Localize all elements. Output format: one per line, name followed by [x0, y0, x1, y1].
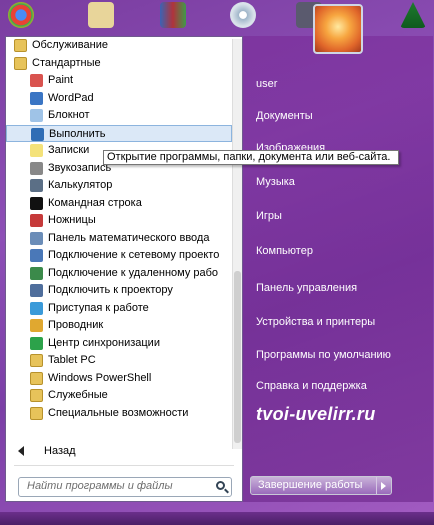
desktop-top-icons [0, 0, 434, 34]
program-item[interactable]: Подключение к удаленному рабо [6, 265, 232, 283]
shutdown-label: Завершение работы [258, 479, 363, 491]
paint-icon [30, 74, 43, 87]
program-label: Центр синхронизации [48, 336, 160, 349]
right-menu-documents[interactable]: Документы [256, 110, 313, 122]
chrome-icon[interactable] [8, 2, 34, 28]
back-arrow-icon [18, 446, 24, 456]
scissors-icon [30, 214, 43, 227]
program-item[interactable]: Калькулятор [6, 177, 232, 195]
right-menu-control-panel[interactable]: Панель управления [256, 282, 357, 294]
program-label: Калькулятор [48, 179, 113, 191]
program-label: Обслуживание [32, 39, 108, 51]
folder-icon [14, 56, 27, 70]
microphone-icon [30, 161, 43, 175]
folder-icon[interactable] [88, 2, 114, 28]
program-label: Проводник [48, 319, 104, 331]
calculator-icon [30, 179, 43, 192]
christmas-tree-icon[interactable] [400, 2, 426, 28]
tooltip: Открытие программы, папки, документа или… [103, 150, 399, 165]
sync-center-icon [30, 336, 43, 350]
divider [14, 465, 234, 466]
program-item[interactable]: Windows PowerShell [6, 370, 232, 388]
right-menu-computer[interactable]: Компьютер [256, 245, 313, 257]
right-menu-devices-printers[interactable]: Устройства и принтеры [256, 316, 375, 328]
program-item[interactable]: Обслуживание [6, 37, 232, 55]
program-label: Стандартные [32, 56, 101, 69]
right-menu-user[interactable]: user [256, 78, 277, 90]
program-list: Обслуживание Стандартные Paint WordPad Блокн… [6, 37, 232, 457]
search-icon[interactable] [216, 481, 225, 490]
program-item[interactable]: Командная строка [6, 195, 232, 213]
program-list-scrollbar[interactable] [232, 39, 242, 449]
search-placeholder: Найти программы и файлы [27, 480, 173, 492]
program-item[interactable]: Служебные [6, 387, 232, 405]
program-label: Windows PowerShell [48, 371, 152, 384]
right-menu-music[interactable]: Музыка [256, 176, 295, 188]
program-item[interactable]: Центр синхронизации [6, 335, 232, 353]
program-label: Ножницы [48, 214, 96, 226]
wordpad-icon [30, 91, 43, 105]
scrollbar-thumb[interactable] [234, 271, 241, 443]
taskbar [0, 512, 434, 525]
getting-started-icon [30, 301, 43, 315]
program-item[interactable]: Выполнить [6, 124, 232, 142]
program-item[interactable]: Ножницы [6, 212, 232, 230]
program-label: Специальные возможности [48, 406, 189, 419]
math-input-icon [30, 231, 43, 245]
explorer-icon [30, 319, 43, 332]
command-prompt-icon [30, 196, 43, 210]
right-menu-games[interactable]: Игры [256, 210, 282, 222]
shutdown-options-arrow-icon[interactable] [376, 477, 391, 494]
program-label: Подключить к проектору [48, 284, 173, 296]
right-menu-help-support[interactable]: Справка и поддержка [256, 380, 367, 392]
program-item[interactable]: Специальные возможности [6, 405, 232, 423]
program-item[interactable]: Paint [6, 72, 232, 90]
program-label: Подключение к сетевому проекто [48, 249, 220, 261]
program-item[interactable]: Подключить к проектору [6, 282, 232, 300]
program-item[interactable]: Блокнот [6, 107, 232, 125]
program-item[interactable]: Tablet PC [6, 352, 232, 370]
projector-icon [30, 284, 43, 297]
folder-icon [30, 371, 43, 385]
start-menu-right-pane: user Документы Изображения Музыка Игры К… [243, 36, 433, 502]
program-label: Панель математического ввода [48, 231, 210, 244]
program-label: Выполнить [49, 127, 106, 140]
folder-icon [30, 406, 43, 420]
notepad-icon [30, 109, 43, 122]
program-item[interactable]: WordPad [6, 90, 232, 108]
folder-icon [14, 39, 27, 52]
program-label: Звукозапись [48, 161, 112, 174]
watermark: tvoi-uvelirr.ru [256, 404, 376, 424]
remote-desktop-icon [30, 266, 43, 280]
disc-icon[interactable] [230, 2, 256, 28]
right-menu-default-programs[interactable]: Программы по умолчанию [256, 349, 391, 361]
program-label: Tablet PC [48, 354, 96, 366]
sticky-notes-icon [30, 144, 43, 157]
program-label: Приступая к работе [48, 301, 149, 314]
program-item[interactable]: Панель математического ввода [6, 230, 232, 248]
run-icon [31, 127, 44, 141]
program-item[interactable]: Проводник [6, 317, 232, 335]
program-label: Paint [48, 74, 74, 86]
program-label: Командная строка [48, 196, 142, 209]
program-label: Подключение к удаленному рабо [48, 266, 219, 279]
program-item[interactable]: Стандартные [6, 55, 232, 73]
archive-icon[interactable] [160, 2, 186, 28]
user-avatar[interactable] [313, 4, 363, 54]
program-item[interactable]: Подключение к сетевому проекто [6, 247, 232, 265]
network-projector-icon [30, 249, 43, 262]
program-label: Блокнот [48, 109, 90, 121]
program-label: Записки [48, 144, 90, 156]
folder-icon [30, 354, 43, 367]
back-label: Назад [44, 445, 76, 457]
program-item[interactable]: Приступая к работе [6, 300, 232, 318]
program-label: WordPad [48, 91, 94, 104]
start-menu-left-pane: Обслуживание Стандартные Paint WordPad Блокн… [5, 36, 243, 502]
shutdown-button[interactable]: Завершение работы [250, 476, 392, 495]
program-label: Служебные [48, 389, 108, 401]
search-input[interactable]: Найти программы и файлы [18, 477, 232, 497]
folder-icon [30, 389, 43, 402]
